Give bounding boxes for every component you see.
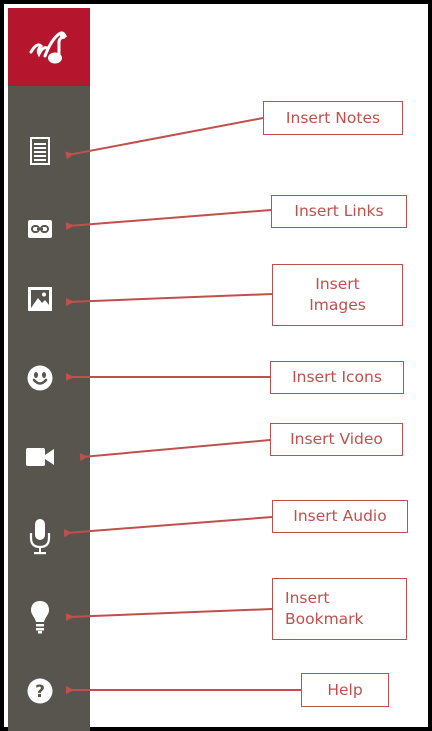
music-notes-logo-icon (29, 31, 67, 64)
callout-insert-notes: Insert Notes (263, 101, 403, 135)
lightbulb-icon (31, 601, 49, 634)
callout-help: Help (301, 673, 389, 707)
insert-audio-button[interactable] (26, 516, 54, 558)
callout-insert-bookmark-label: Insert Bookmark (285, 589, 364, 628)
callout-insert-notes-label: Insert Notes (285, 108, 381, 127)
insert-links-button[interactable] (26, 215, 54, 243)
callout-insert-images-label: Insert Images (309, 275, 366, 314)
callout-insert-audio-label: Insert Audio (293, 507, 387, 525)
callout-insert-icons: Insert Icons (270, 361, 404, 394)
help-button[interactable]: ? (26, 677, 54, 705)
insert-video-button[interactable] (26, 443, 54, 471)
microphone-icon (29, 519, 51, 555)
callout-insert-links-label: Insert Links (294, 202, 384, 220)
smiley-face-icon (27, 365, 53, 391)
insert-images-button[interactable] (26, 285, 54, 313)
callout-insert-icons-label: Insert Icons (292, 368, 382, 386)
document-lines-icon (30, 137, 50, 165)
svg-text:?: ? (35, 682, 45, 702)
insert-icons-button[interactable] (26, 364, 54, 392)
callout-insert-video: Insert Video (270, 423, 403, 456)
chain-link-icon (28, 220, 52, 238)
callout-insert-links: Insert Links (271, 195, 407, 228)
question-mark-icon: ? (27, 678, 53, 704)
callout-help-label: Help (327, 680, 363, 699)
video-camera-icon (26, 448, 54, 466)
insert-bookmark-button[interactable] (26, 598, 54, 636)
callout-insert-images: Insert Images (272, 264, 403, 326)
callout-insert-bookmark: Insert Bookmark (272, 578, 407, 640)
insert-notes-button[interactable] (26, 137, 54, 165)
app-logo[interactable] (8, 8, 90, 86)
picture-icon (28, 287, 52, 311)
callout-insert-video-label: Insert Video (290, 430, 383, 448)
callout-insert-audio: Insert Audio (272, 500, 408, 533)
